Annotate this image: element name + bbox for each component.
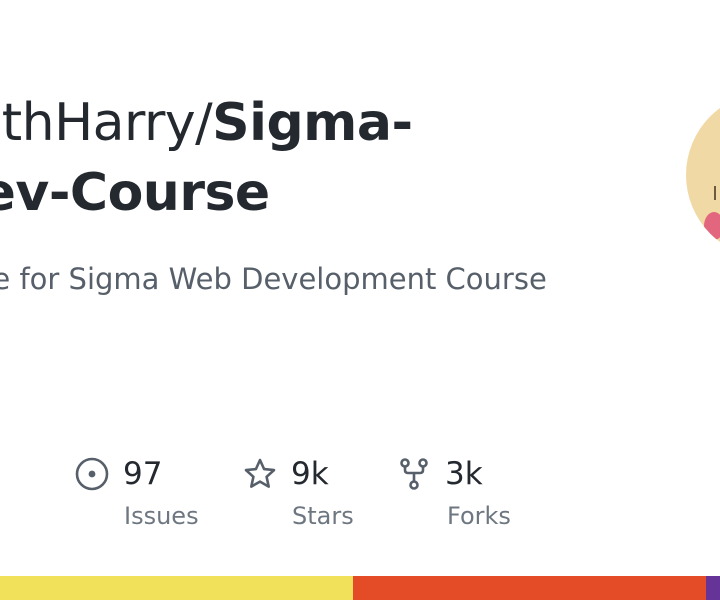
language-bar	[0, 576, 720, 600]
stat-forks[interactable]: 3k Forks	[397, 452, 511, 530]
avatar-detail	[704, 212, 720, 240]
repo-description: de for Sigma Web Development Course	[0, 262, 547, 296]
stat-label-stars: Stars	[292, 502, 354, 530]
owner-avatar[interactable]	[686, 92, 720, 258]
repo-name-line2[interactable]: Dev-Course	[0, 163, 270, 223]
language-segment	[0, 576, 353, 600]
stat-issues[interactable]: 97 Issues	[75, 452, 199, 530]
avatar-detail	[714, 186, 720, 200]
stat-stars[interactable]: 9k Stars	[243, 452, 354, 530]
issue-opened-icon	[75, 457, 109, 491]
language-segment	[705, 576, 720, 600]
stat-value-forks: 3k	[445, 456, 483, 492]
repo-forked-icon	[400, 458, 428, 490]
repo-name-line1[interactable]: Sigma-	[212, 93, 413, 153]
language-segment	[352, 576, 706, 600]
repo-title[interactable]: WithHarry/Sigma- Dev-Course	[0, 88, 598, 228]
stat-label-issues: Issues	[124, 502, 199, 530]
stat-value-stars: 9k	[291, 456, 329, 492]
stat-value-issues: 97	[123, 456, 163, 492]
repo-social-card: WithHarry/Sigma- Dev-Course de for Sigma…	[0, 0, 720, 600]
stat-label-forks: Forks	[447, 502, 511, 530]
repo-stats: ors 97 Issues 9k Stars	[0, 452, 720, 542]
star-icon	[244, 458, 276, 488]
repo-owner[interactable]: WithHarry/	[0, 93, 213, 153]
